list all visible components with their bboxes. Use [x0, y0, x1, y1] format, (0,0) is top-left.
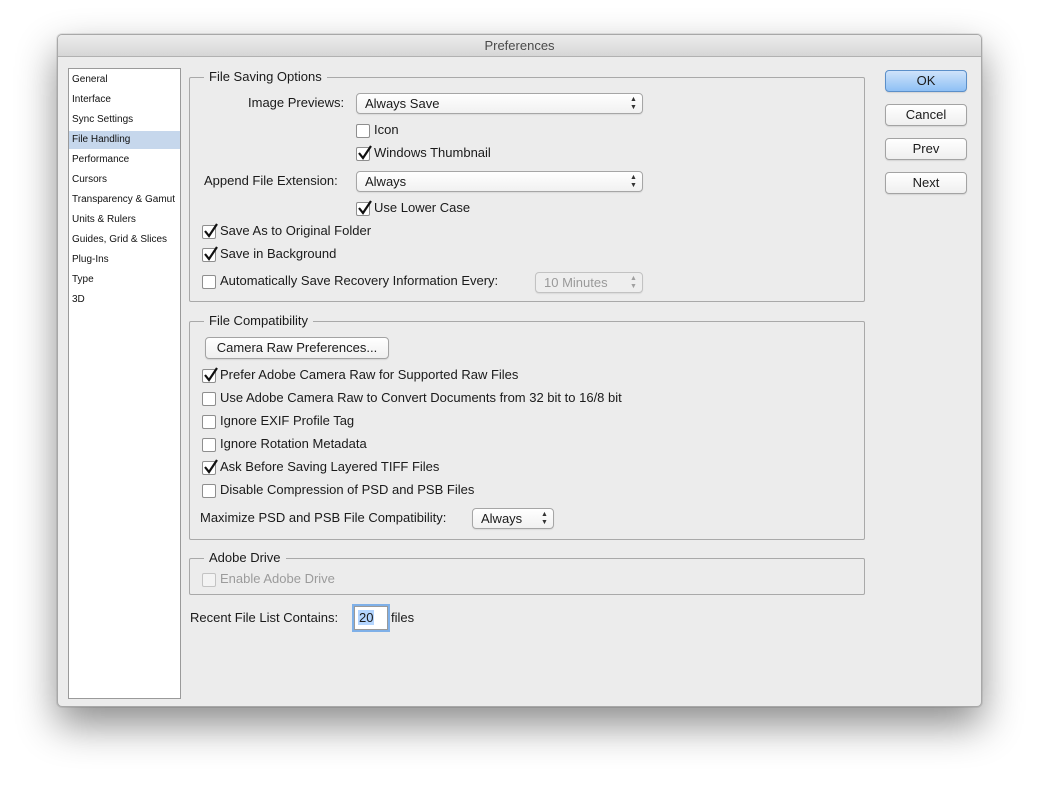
sidebar-item-plug-ins[interactable]: Plug-Ins — [69, 251, 180, 269]
save-as-original-folder-label: Save As to Original Folder — [220, 223, 372, 238]
auto-save-recovery-label: Automatically Save Recovery Information … — [220, 273, 499, 288]
windows-thumbnail-label: Windows Thumbnail — [374, 145, 491, 160]
ok-button[interactable]: OK — [885, 70, 967, 92]
auto-save-interval-select[interactable]: 10 Minutes ▲ ▼ — [535, 272, 643, 293]
maximize-compat-value: Always — [481, 511, 523, 526]
updown-arrows-icon: ▲ ▼ — [630, 275, 637, 290]
window-title: Preferences — [58, 35, 981, 57]
recent-file-count-value: 20 — [358, 610, 375, 625]
checkmark-icon — [204, 459, 218, 474]
auto-save-interval-value: 10 Minutes — [544, 275, 608, 290]
maximize-compat-label: Maximize PSD and PSB File Compatibility: — [200, 510, 447, 525]
preferences-window: Preferences General Interface Sync Setti… — [57, 34, 982, 707]
sidebar-item-transparency-gamut[interactable]: Transparency & Gamut — [69, 191, 180, 209]
camera-raw-preferences-button[interactable]: Camera Raw Preferences... — [205, 337, 389, 359]
checkmark-icon — [204, 246, 218, 261]
file-compatibility-group: File Compatibility Camera Raw Preference… — [189, 313, 865, 540]
image-previews-label: Image Previews: — [248, 95, 345, 110]
prefer-camera-raw-label: Prefer Adobe Camera Raw for Supported Ra… — [220, 367, 519, 382]
use-lower-case-label: Use Lower Case — [374, 200, 471, 215]
convert-32bit-checkbox[interactable] — [202, 392, 216, 406]
adobe-drive-legend: Adobe Drive — [204, 550, 286, 566]
windows-thumbnail-checkbox[interactable] — [356, 145, 372, 161]
adobe-drive-group: Adobe Drive Enable Adobe Drive — [189, 550, 865, 595]
sidebar-item-guides-grid-slices[interactable]: Guides, Grid & Slices — [69, 231, 180, 249]
checkmark-icon — [358, 145, 372, 160]
auto-save-recovery-checkbox[interactable] — [202, 275, 216, 289]
ignore-rotation-label: Ignore Rotation Metadata — [220, 436, 367, 451]
image-previews-select[interactable]: Always Save ▲ ▼ — [356, 93, 643, 114]
sidebar-item-performance[interactable]: Performance — [69, 151, 180, 169]
preferences-sidebar: General Interface Sync Settings File Han… — [68, 68, 181, 699]
checkmark-icon — [358, 200, 372, 215]
next-button[interactable]: Next — [885, 172, 967, 194]
disable-compression-checkbox[interactable] — [202, 484, 216, 498]
file-saving-options-group: File Saving Options Image Previews: Alwa… — [189, 69, 865, 302]
maximize-compat-select[interactable]: Always ▲ ▼ — [472, 508, 554, 529]
convert-32bit-label: Use Adobe Camera Raw to Convert Document… — [220, 390, 622, 405]
sidebar-item-general[interactable]: General — [69, 71, 180, 89]
file-compatibility-legend: File Compatibility — [204, 313, 313, 329]
enable-adobe-drive-label: Enable Adobe Drive — [220, 571, 335, 586]
save-as-original-folder-checkbox[interactable] — [202, 223, 218, 239]
sidebar-item-units-rulers[interactable]: Units & Rulers — [69, 211, 180, 229]
file-saving-options-legend: File Saving Options — [204, 69, 327, 85]
icon-checkbox[interactable] — [356, 124, 370, 138]
save-in-background-checkbox[interactable] — [202, 246, 218, 262]
checkmark-icon — [204, 223, 218, 238]
image-previews-value: Always Save — [365, 96, 440, 111]
ignore-rotation-checkbox[interactable] — [202, 438, 216, 452]
updown-arrows-icon: ▲ ▼ — [630, 96, 637, 111]
enable-adobe-drive-checkbox[interactable] — [202, 573, 216, 587]
recent-file-suffix: files — [391, 610, 415, 625]
ignore-exif-checkbox[interactable] — [202, 415, 216, 429]
sidebar-item-file-handling[interactable]: File Handling — [69, 131, 180, 149]
sidebar-item-3d[interactable]: 3D — [69, 291, 180, 309]
disable-compression-label: Disable Compression of PSD and PSB Files — [220, 482, 475, 497]
append-file-extension-value: Always — [365, 174, 407, 189]
cancel-button[interactable]: Cancel — [885, 104, 967, 126]
recent-file-list-label: Recent File List Contains: — [190, 610, 339, 625]
save-in-background-label: Save in Background — [220, 246, 337, 261]
sidebar-item-sync-settings[interactable]: Sync Settings — [69, 111, 180, 129]
recent-file-count-input[interactable]: 20 — [354, 606, 388, 630]
icon-checkbox-label: Icon — [374, 122, 399, 137]
prev-button[interactable]: Prev — [885, 138, 967, 160]
sidebar-item-type[interactable]: Type — [69, 271, 180, 289]
use-lower-case-checkbox[interactable] — [356, 200, 372, 216]
updown-arrows-icon: ▲ ▼ — [541, 511, 548, 526]
ask-layered-tiff-checkbox[interactable] — [202, 459, 218, 475]
ignore-exif-label: Ignore EXIF Profile Tag — [220, 413, 355, 428]
checkmark-icon — [204, 367, 218, 382]
ask-layered-tiff-label: Ask Before Saving Layered TIFF Files — [220, 459, 440, 474]
updown-arrows-icon: ▲ ▼ — [630, 174, 637, 189]
sidebar-item-interface[interactable]: Interface — [69, 91, 180, 109]
sidebar-item-cursors[interactable]: Cursors — [69, 171, 180, 189]
prefer-camera-raw-checkbox[interactable] — [202, 367, 218, 383]
append-file-extension-label: Append File Extension: — [204, 173, 338, 188]
append-file-extension-select[interactable]: Always ▲ ▼ — [356, 171, 643, 192]
